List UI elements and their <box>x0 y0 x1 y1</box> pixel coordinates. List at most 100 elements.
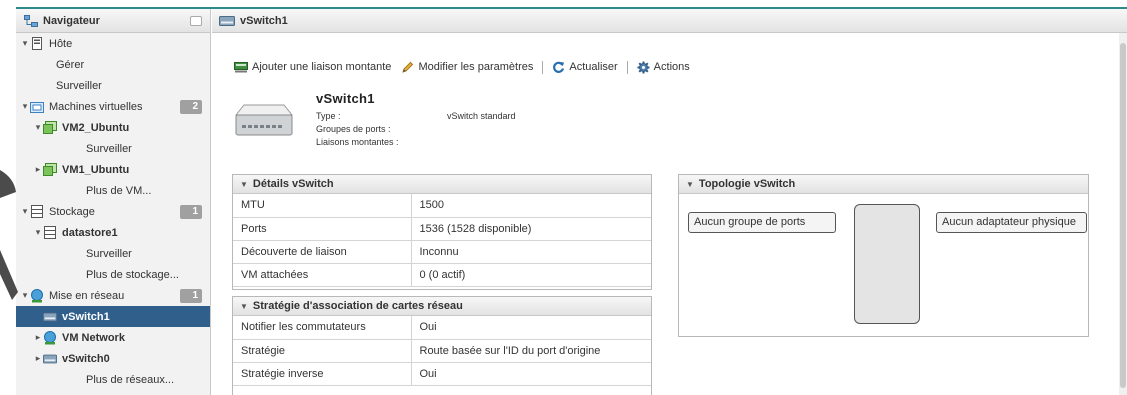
nav-item[interactable]: Gérer <box>16 54 210 75</box>
expand-caret-icon[interactable]: ▾ <box>33 122 43 133</box>
property-name: MTU <box>233 194 412 218</box>
nic-teaming-header[interactable]: ▼ Stratégie d'association de cartes rése… <box>233 297 651 316</box>
vm-icon <box>43 121 57 135</box>
nav-item[interactable]: ▸ VM1_Ubuntu <box>16 159 210 180</box>
nav-item-label: Stockage <box>49 205 95 218</box>
collapse-caret-icon: ▼ <box>686 179 694 189</box>
no-physical-adapters-box[interactable]: Aucun adaptateur physique <box>936 212 1087 233</box>
toolbar-separator <box>542 60 544 74</box>
actions-label: Actions <box>653 61 690 73</box>
property-value: 1536 (1528 disponible) <box>411 217 651 241</box>
nav-item[interactable]: Plus de VM... <box>16 180 210 201</box>
vswitch-details-title: Détails vSwitch <box>252 178 334 190</box>
vswitch-topology-panel: ▼ Topologie vSwitch Aucun groupe de port… <box>678 174 1089 337</box>
vswitch-details-panel: ▼ Détails vSwitch MTU 1500 Ports 1536 (1528… <box>232 174 652 290</box>
nav-item[interactable]: Surveiller <box>16 75 210 96</box>
nav-item[interactable]: ▸ vSwitch0 <box>16 348 210 369</box>
edit-settings-button[interactable]: Modifier les paramètres <box>401 61 533 74</box>
vertical-scrollbar[interactable] <box>1119 33 1127 395</box>
nav-item[interactable]: ▸ VM Network <box>16 327 210 348</box>
property-value: 0 (0 actif) <box>411 263 651 287</box>
watermark-shape <box>0 170 18 300</box>
storage-icon <box>30 205 44 219</box>
no-portgroups-box[interactable]: Aucun groupe de ports <box>688 212 836 233</box>
nav-item[interactable]: Plus de stockage... <box>16 264 210 285</box>
main-panel: vSwitch1 Ajouter une liaison montante Mo… <box>212 9 1127 395</box>
property-name: Ports <box>233 217 412 241</box>
expand-caret-icon[interactable]: ▾ <box>20 38 30 49</box>
nic-teaming-panel: ▼ Stratégie d'association de cartes rése… <box>232 296 652 395</box>
collapsed-caret-icon[interactable]: ▸ <box>33 332 43 343</box>
uplinks-label: Liaisons montantes : <box>316 137 399 147</box>
nav-item[interactable]: Plus de réseaux... <box>16 369 210 390</box>
switch-device-icon <box>234 104 294 136</box>
vswitch-topology-title: Topologie vSwitch <box>698 178 796 190</box>
nav-item-label: VM1_Ubuntu <box>62 163 130 176</box>
nav-item-label: Surveiller <box>86 247 132 260</box>
portgroups-label: Groupes de ports : <box>316 124 391 134</box>
expand-caret-icon[interactable]: ▾ <box>33 227 43 238</box>
toolbar: Ajouter une liaison montante Modifier le… <box>234 59 690 75</box>
nav-item-label: vSwitch1 <box>62 310 110 323</box>
add-uplink-icon <box>234 61 248 73</box>
network-icon <box>30 288 44 303</box>
refresh-button[interactable]: Actualiser <box>552 61 618 74</box>
collapsed-caret-icon[interactable]: ▸ <box>33 353 43 364</box>
property-name: VM attachées <box>233 263 412 287</box>
refresh-icon <box>552 61 565 74</box>
collapse-caret-icon: ▼ <box>240 301 248 311</box>
nav-item-label: Gérer <box>56 58 85 71</box>
nav-item[interactable]: vSwitch1 <box>16 306 210 327</box>
host-icon <box>30 37 44 51</box>
vswitch-topology-node[interactable] <box>854 204 920 324</box>
table-row: MTU 1500 <box>233 194 651 218</box>
vswitch-name: vSwitch1 <box>316 91 375 106</box>
vswitch-icon <box>219 15 235 26</box>
type-value: vSwitch standard <box>447 111 516 121</box>
nav-item-label: datastore1 <box>62 226 118 239</box>
nav-item-label: Machines virtuelles <box>49 100 143 113</box>
nav-item[interactable]: ▾ Mise en réseau 1 <box>16 285 210 306</box>
nav-item[interactable]: Surveiller <box>16 243 210 264</box>
table-row: VM attachées 0 (0 actif) <box>233 263 651 287</box>
main-header: vSwitch1 <box>212 9 1127 33</box>
nav-item[interactable]: ▾ VM2_Ubuntu <box>16 117 210 138</box>
scrollbar-thumb[interactable] <box>1120 43 1126 388</box>
pencil-icon <box>401 61 414 74</box>
navigator-icon <box>24 14 38 27</box>
add-uplink-button[interactable]: Ajouter une liaison montante <box>234 61 391 73</box>
property-name: Notifier les commutateurs <box>233 316 412 340</box>
navigator-header: Navigateur <box>16 9 210 33</box>
nav-item-label: Plus de réseaux... <box>86 373 175 386</box>
nav-item[interactable]: Surveiller <box>16 138 210 159</box>
nav-item-label: VM Network <box>62 331 125 344</box>
refresh-label: Actualiser <box>569 61 618 73</box>
count-badge: 2 <box>180 100 202 114</box>
vswitch-details-table: MTU 1500 Ports 1536 (1528 disponible) Découv… <box>233 194 651 287</box>
vswitch-details-header[interactable]: ▼ Détails vSwitch <box>233 175 651 194</box>
vswitch-topology-header[interactable]: ▼ Topologie vSwitch <box>679 175 1088 194</box>
nav-item[interactable]: ▾ Hôte <box>16 33 210 54</box>
property-name: Stratégie <box>233 339 412 363</box>
property-name: Stratégie inverse <box>233 362 412 386</box>
toolbar-separator <box>626 60 628 74</box>
collapse-navigator-button[interactable] <box>190 15 202 26</box>
collapse-caret-icon: ▼ <box>240 179 248 189</box>
nav-item[interactable]: ▾ Stockage 1 <box>16 201 210 222</box>
nav-item[interactable]: ▾ Machines virtuelles 2 <box>16 96 210 117</box>
nav-item-label: Mise en réseau <box>49 289 125 302</box>
nav-item[interactable]: ▾ datastore1 <box>16 222 210 243</box>
nav-item-label: VM2_Ubuntu <box>62 121 130 134</box>
nav-item-label: Plus de stockage... <box>86 268 179 281</box>
edit-settings-label: Modifier les paramètres <box>418 61 534 73</box>
vswitch-icon <box>43 352 57 366</box>
actions-button[interactable]: Actions <box>637 61 690 74</box>
nic-teaming-title: Stratégie d'association de cartes réseau <box>252 300 463 312</box>
gear-icon <box>637 61 650 74</box>
navigator-panel: Navigateur ▾ Hôte Gérer Surveiller ▾ Machines… <box>16 9 211 395</box>
table-row: Notifier les commutateurs Oui <box>233 316 651 340</box>
collapsed-caret-icon[interactable]: ▸ <box>33 164 43 175</box>
nic-teaming-table: Notifier les commutateurs Oui Stratégie Rou… <box>233 316 651 386</box>
expand-caret-icon[interactable]: ▾ <box>20 101 30 112</box>
datastore-icon <box>43 226 57 240</box>
